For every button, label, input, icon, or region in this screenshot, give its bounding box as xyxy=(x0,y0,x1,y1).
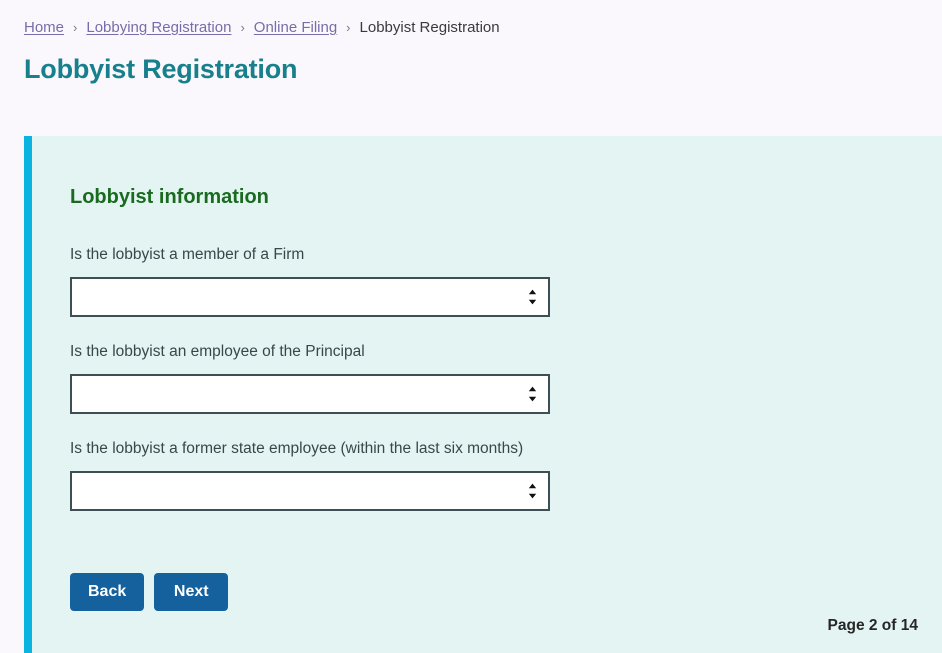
select-wrapper-former-state-employee xyxy=(70,471,550,511)
page-counter: Page 2 of 14 xyxy=(827,617,918,634)
breadcrumb-link-online-filing[interactable]: Online Filing xyxy=(254,18,337,38)
page-root: Home › Lobbying Registration › Online Fi… xyxy=(0,0,942,653)
select-member-of-firm[interactable] xyxy=(70,277,550,317)
chevron-right-icon: › xyxy=(240,20,245,35)
field-former-state-employee: Is the lobbyist a former state employee … xyxy=(70,438,942,511)
chevron-right-icon: › xyxy=(73,20,78,35)
page-header: Home › Lobbying Registration › Online Fi… xyxy=(0,0,942,86)
field-member-of-firm: Is the lobbyist a member of a Firm xyxy=(70,244,942,317)
breadcrumb-link-lobbying-registration[interactable]: Lobbying Registration xyxy=(86,18,231,38)
page-title: Lobbyist Registration xyxy=(24,54,298,84)
breadcrumb-current-lobbyist-registration: Lobbyist Registration xyxy=(359,19,500,36)
select-employee-of-principal[interactable] xyxy=(70,374,550,414)
select-wrapper-member-of-firm xyxy=(70,277,550,317)
form-button-row: Back Next xyxy=(70,573,942,611)
breadcrumb-link-home[interactable]: Home xyxy=(24,18,64,38)
form-panel: Lobbyist information Is the lobbyist a m… xyxy=(24,136,942,653)
form-panel-content: Lobbyist information Is the lobbyist a m… xyxy=(32,136,942,611)
section-heading-lobbyist-information: Lobbyist information xyxy=(70,186,269,208)
select-former-state-employee[interactable] xyxy=(70,471,550,511)
chevron-right-icon: › xyxy=(346,20,351,35)
field-label-employee-of-principal: Is the lobbyist an employee of the Princ… xyxy=(70,343,365,360)
breadcrumb: Home › Lobbying Registration › Online Fi… xyxy=(24,18,942,38)
field-label-former-state-employee: Is the lobbyist a former state employee … xyxy=(70,440,524,457)
select-wrapper-employee-of-principal xyxy=(70,374,550,414)
field-label-member-of-firm: Is the lobbyist a member of a Firm xyxy=(70,246,305,263)
next-button[interactable]: Next xyxy=(154,573,229,611)
back-button[interactable]: Back xyxy=(70,573,145,611)
field-employee-of-principal: Is the lobbyist an employee of the Princ… xyxy=(70,341,942,414)
